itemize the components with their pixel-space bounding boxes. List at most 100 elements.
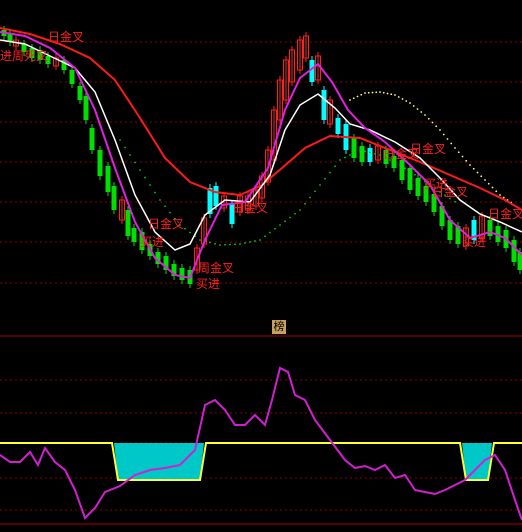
stock-chart[interactable]: 日金叉周死叉进日金叉买进周金叉买进日金叉日金叉日金叉买进日金叉日金叉买进 bbox=[0, 0, 522, 532]
signal-label: 进 bbox=[0, 49, 12, 63]
yellow-dot bbox=[472, 167, 475, 170]
yellow-dot bbox=[412, 105, 415, 107]
green-dot bbox=[324, 177, 326, 180]
candle-body bbox=[447, 220, 453, 240]
candle-body bbox=[359, 146, 365, 162]
yellow-dot bbox=[454, 147, 456, 149]
green-dot bbox=[274, 227, 276, 230]
yellow-dot bbox=[352, 97, 355, 100]
candle-body bbox=[131, 228, 137, 242]
green-dot bbox=[314, 190, 316, 193]
green-dot bbox=[399, 164, 401, 166]
panel-divider-tag[interactable]: 榜 bbox=[272, 320, 286, 334]
candle-body bbox=[213, 186, 219, 206]
green-dot bbox=[259, 239, 261, 241]
green-dot bbox=[134, 161, 136, 164]
yellow-dot bbox=[371, 91, 374, 94]
green-dot bbox=[419, 177, 421, 179]
green-dot bbox=[364, 150, 366, 153]
candle-body bbox=[321, 90, 327, 120]
green-dot bbox=[139, 169, 141, 171]
candle-body bbox=[77, 86, 83, 100]
yellow-dot bbox=[431, 121, 434, 124]
green-dot bbox=[124, 146, 126, 149]
yellow-dot bbox=[405, 100, 408, 102]
green-dot bbox=[129, 154, 131, 156]
main-panel-grid bbox=[0, 41, 522, 284]
oscillator-panel bbox=[0, 366, 522, 521]
green-dot bbox=[404, 167, 406, 170]
green-dot bbox=[159, 199, 161, 201]
green-dot bbox=[394, 161, 396, 164]
green-dot bbox=[379, 154, 381, 156]
signal-label: 日金叉 bbox=[488, 206, 522, 221]
green-dot bbox=[249, 241, 251, 243]
green-dot bbox=[409, 170, 411, 173]
yellow-dot bbox=[491, 186, 494, 189]
signal-label: 周金叉 bbox=[198, 260, 234, 275]
signal-annotations: 日金叉周死叉进日金叉买进周金叉买进日金叉日金叉日金叉买进日金叉日金叉买进 bbox=[0, 29, 522, 291]
yellow-dot bbox=[469, 164, 471, 166]
yellow-dot bbox=[424, 114, 426, 116]
green-dot bbox=[289, 216, 291, 219]
green-dot bbox=[264, 235, 266, 238]
green-dot bbox=[354, 151, 356, 154]
candle-body bbox=[105, 166, 111, 192]
yellow-dot bbox=[409, 102, 411, 104]
green-dot bbox=[319, 184, 321, 186]
candle-body bbox=[89, 128, 95, 150]
yellow-dot bbox=[367, 91, 370, 94]
oscillator-fill bbox=[114, 443, 204, 480]
yellow-dot bbox=[360, 93, 363, 96]
yellow-dot bbox=[394, 94, 396, 96]
yellow-dot bbox=[349, 99, 351, 101]
yellow-dot bbox=[450, 142, 453, 145]
green-dot bbox=[369, 151, 371, 154]
green-dot bbox=[209, 241, 211, 244]
green-dot bbox=[219, 244, 221, 246]
oscillator-fill bbox=[462, 443, 492, 480]
green-dot bbox=[244, 242, 246, 244]
green-dot bbox=[229, 243, 231, 246]
candle-body bbox=[69, 70, 75, 84]
yellow-dot bbox=[439, 129, 441, 131]
green-dot bbox=[144, 176, 146, 179]
oscillator-band bbox=[0, 442, 522, 481]
yellow-dot bbox=[390, 93, 393, 96]
green-dot bbox=[359, 149, 361, 151]
yellow-dot bbox=[435, 125, 438, 128]
yellow-dot bbox=[364, 92, 366, 94]
green-dot bbox=[169, 211, 171, 214]
green-dot bbox=[214, 242, 216, 245]
green-dot bbox=[254, 240, 256, 242]
signal-label: 日金叉 bbox=[232, 200, 268, 215]
yellow-dot bbox=[397, 96, 400, 98]
candle-body bbox=[97, 150, 103, 176]
yellow-dot bbox=[375, 91, 378, 94]
green-dot bbox=[154, 191, 156, 194]
signal-label: 买进 bbox=[196, 277, 220, 291]
green-dot bbox=[304, 202, 306, 205]
signal-label: 周死叉 bbox=[12, 49, 48, 63]
yellow-dot bbox=[495, 190, 498, 193]
signal-label: 日金叉 bbox=[48, 29, 84, 44]
green-dot bbox=[344, 156, 346, 159]
signal-label: 买进 bbox=[462, 235, 486, 249]
green-dot bbox=[164, 205, 166, 208]
green-dot bbox=[284, 220, 286, 223]
candle-body bbox=[351, 138, 357, 158]
green-dot bbox=[279, 224, 281, 226]
signal-label: 日金叉 bbox=[410, 141, 446, 156]
yellow-dot bbox=[446, 138, 449, 140]
signal-label: 买进 bbox=[140, 235, 164, 249]
yellow-dot bbox=[476, 171, 479, 174]
yellow-dot bbox=[420, 111, 423, 113]
yellow-dot bbox=[401, 98, 404, 100]
signal-label: 日金叉 bbox=[148, 216, 184, 231]
green-dot bbox=[199, 239, 201, 241]
green-dot bbox=[234, 243, 236, 246]
candle-body bbox=[125, 210, 131, 236]
green-dot bbox=[224, 243, 226, 246]
green-dot bbox=[149, 184, 151, 186]
green-dot bbox=[329, 171, 331, 174]
